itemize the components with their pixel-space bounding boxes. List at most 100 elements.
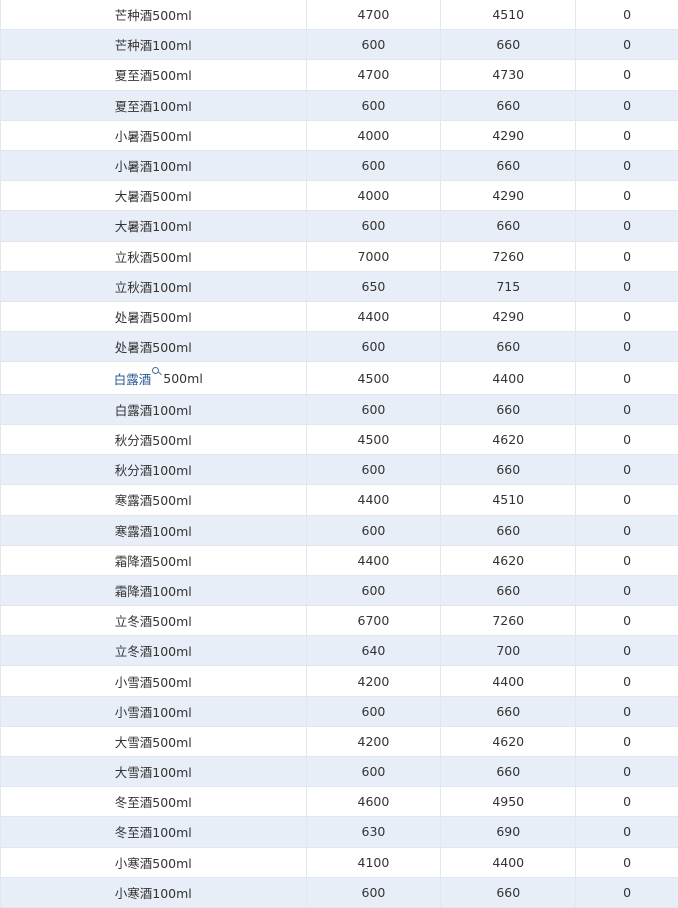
value-c-cell: 0 <box>623 370 632 386</box>
product-name-cell: 立秋酒500ml <box>1 241 307 271</box>
table-row[interactable]: 芒种酒100ml 600 660 0 <box>1 30 678 61</box>
value-c-cell: 0 <box>623 854 632 870</box>
value-c-cell: 0 <box>623 522 632 538</box>
table-row[interactable]: 秋分酒100ml 600 660 0 <box>1 455 678 486</box>
value-c-cell: 0 <box>623 401 632 417</box>
product-name-prefix: 白露酒 <box>113 371 152 387</box>
table-row[interactable]: 立冬酒500ml 6700 7260 0 <box>1 606 678 637</box>
value-b-cell: 660 <box>441 332 577 362</box>
value-c-cell: 0 <box>623 794 632 810</box>
table-row[interactable]: 夏至酒100ml 600 660 0 <box>1 90 678 121</box>
product-name-cell: 冬至酒500ml <box>1 787 307 817</box>
table-row[interactable]: 立秋酒500ml 7000 7260 0 <box>1 241 678 272</box>
table-row[interactable]: 秋分酒500ml 4500 4620 0 <box>1 424 678 456</box>
value-a-cell: 600 <box>307 150 442 181</box>
table-row[interactable]: 小寒酒100ml 600 660 0 <box>1 877 678 908</box>
product-name-cell: 立冬酒100ml <box>1 636 307 666</box>
value-b-cell: 4400 <box>441 666 577 696</box>
product-name-cell: 大雪酒500ml <box>1 726 307 756</box>
table-row[interactable]: 冬至酒500ml 4600 4950 0 <box>1 787 678 818</box>
magnifier-icon[interactable] <box>152 367 162 377</box>
value-b-cell: 715 <box>441 271 577 301</box>
value-c-cell: 0 <box>623 218 632 234</box>
product-name-cell: 处暑酒500ml <box>1 301 307 332</box>
value-c-cell: 0 <box>623 703 632 719</box>
product-name-cell: 小雪酒100ml <box>1 696 307 726</box>
value-b-cell: 4730 <box>441 60 577 90</box>
table-row[interactable]: 立冬酒100ml 640 700 0 <box>1 636 678 667</box>
product-name-cell: 寒露酒100ml <box>1 515 307 545</box>
value-b-cell: 4950 <box>441 787 577 817</box>
table-row[interactable]: 芒种酒500ml 4700 4510 0 <box>1 0 678 31</box>
product-name-cell: 秋分酒500ml <box>1 424 307 455</box>
product-name-cell: 大雪酒100ml <box>1 757 307 787</box>
table-row[interactable]: 大暑酒100ml 600 660 0 <box>1 211 678 242</box>
value-a-cell: 6700 <box>307 606 442 636</box>
value-b-cell: 660 <box>441 757 577 787</box>
product-name-cell: 冬至酒100ml <box>1 817 307 847</box>
table-row[interactable]: 小暑酒100ml 600 660 0 <box>1 150 678 182</box>
value-a-cell: 4200 <box>307 726 442 756</box>
table-row[interactable]: 处暑酒500ml 600 660 0 <box>1 332 678 363</box>
product-name-cell: 处暑酒500ml <box>1 332 307 362</box>
value-b-cell: 660 <box>441 877 577 907</box>
value-a-cell: 4600 <box>307 787 442 817</box>
value-b-cell: 660 <box>441 696 577 726</box>
product-name-cell: 小暑酒100ml <box>1 150 307 181</box>
table-row[interactable]: 处暑酒500ml 4400 4290 0 <box>1 301 678 333</box>
value-b-cell: 4290 <box>441 120 577 150</box>
table-row[interactable]: 小寒酒500ml 4100 4400 0 <box>1 847 678 878</box>
product-name-cell: 夏至酒100ml <box>1 90 307 120</box>
value-b-cell: 660 <box>441 455 577 485</box>
table-row[interactable]: 大雪酒500ml 4200 4620 0 <box>1 726 678 757</box>
value-a-cell: 7000 <box>307 241 442 271</box>
table-row[interactable]: 寒露酒500ml 4400 4510 0 <box>1 485 678 516</box>
product-name-cell: 大暑酒500ml <box>1 181 307 211</box>
table-row[interactable]: 冬至酒100ml 630 690 0 <box>1 817 678 848</box>
value-b-cell: 660 <box>441 150 577 181</box>
value-a-cell: 4400 <box>307 301 442 332</box>
value-a-cell: 4700 <box>307 0 442 30</box>
table-row[interactable]: 霜降酒100ml 600 660 0 <box>1 575 678 607</box>
value-c-cell: 0 <box>623 7 632 23</box>
table-row[interactable]: 小雪酒500ml 4200 4400 0 <box>1 666 678 697</box>
value-c-cell: 0 <box>623 552 632 568</box>
value-a-cell: 4400 <box>307 545 442 575</box>
value-c-cell: 0 <box>623 188 632 204</box>
value-a-cell: 600 <box>307 757 442 787</box>
value-a-cell: 4100 <box>307 847 442 877</box>
table-row[interactable]: 小暑酒500ml 4000 4290 0 <box>1 120 678 151</box>
value-b-cell: 7260 <box>441 606 577 636</box>
table-row-hovered[interactable]: 白露酒 500ml 4500 4400 0 <box>1 362 678 395</box>
table-row[interactable]: 立秋酒100ml 650 715 0 <box>1 271 678 302</box>
product-name-cell: 夏至酒500ml <box>1 60 307 90</box>
value-b-cell: 4510 <box>441 0 577 30</box>
table-row[interactable]: 霜降酒500ml 4400 4620 0 <box>1 545 678 576</box>
value-a-cell: 600 <box>307 575 442 606</box>
value-b-cell: 4290 <box>441 181 577 211</box>
value-b-cell: 4290 <box>441 301 577 332</box>
product-name-cell: 立冬酒500ml <box>1 606 307 636</box>
product-name-cell: 芒种酒100ml <box>1 30 307 60</box>
value-a-cell: 4400 <box>307 485 442 515</box>
value-a-cell: 4200 <box>307 666 442 696</box>
table-row[interactable]: 大雪酒100ml 600 660 0 <box>1 757 678 788</box>
value-c-cell: 0 <box>623 127 632 143</box>
table-row[interactable]: 白露酒100ml 600 660 0 <box>1 394 678 425</box>
value-a-cell: 600 <box>307 332 442 362</box>
value-c-cell: 0 <box>623 582 632 598</box>
value-c-cell: 0 <box>623 462 632 478</box>
table-row[interactable]: 夏至酒500ml 4700 4730 0 <box>1 60 678 91</box>
value-c-cell: 0 <box>623 67 632 83</box>
value-a-cell: 4000 <box>307 181 442 211</box>
product-name-cell: 秋分酒100ml <box>1 455 307 485</box>
table-row[interactable]: 小雪酒100ml 600 660 0 <box>1 696 678 727</box>
product-name-cell: 小暑酒500ml <box>1 120 307 150</box>
table-row[interactable]: 大暑酒500ml 4000 4290 0 <box>1 181 678 212</box>
table-row[interactable]: 寒露酒100ml 600 660 0 <box>1 515 678 546</box>
value-b-cell: 4400 <box>441 362 577 394</box>
value-a-cell: 640 <box>307 636 442 666</box>
value-c-cell: 0 <box>623 764 632 780</box>
value-c-cell: 0 <box>623 643 632 659</box>
value-b-cell: 660 <box>441 515 577 545</box>
